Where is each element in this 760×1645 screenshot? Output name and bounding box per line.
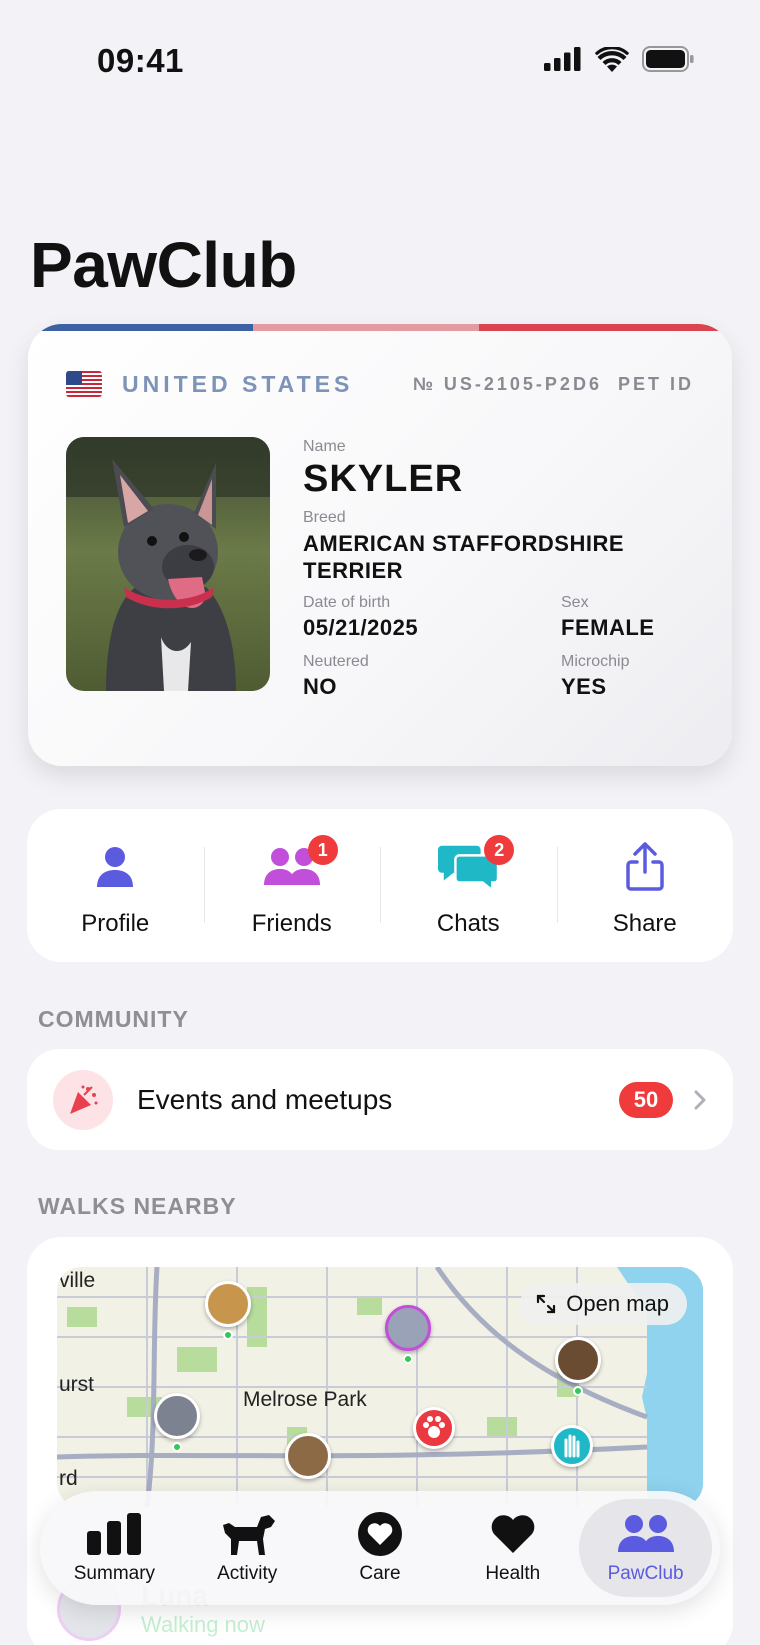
battery-icon (642, 46, 694, 72)
events-label: Events and meetups (137, 1083, 393, 1115)
profile-label: Profile (81, 910, 150, 937)
expand-icon (537, 1294, 556, 1314)
friends-button[interactable]: 1 Friends (203, 809, 381, 962)
online-dot (403, 1354, 413, 1364)
dog-pin[interactable] (555, 1337, 601, 1383)
tab-summary-label: Summary (73, 1563, 156, 1584)
open-map-label: Open map (566, 1291, 669, 1316)
share-label: Share (612, 910, 677, 937)
profile-button[interactable]: Profile (27, 809, 204, 962)
pet-name: SKYLER (303, 458, 464, 500)
walks-section-title: WALKS NEARBY (38, 1193, 237, 1219)
bar-chart-icon (85, 1511, 143, 1557)
friends-badge: 1 (307, 835, 338, 865)
id-number: № US-2105-P2D6 (412, 373, 602, 394)
chat-bubbles-icon: 2 (438, 835, 515, 895)
neutered-field: Neutered NO (303, 653, 561, 700)
dog-pin[interactable] (205, 1281, 251, 1327)
dob-sex-row: Date of birth 05/21/2025 Sex FEMALE (303, 594, 703, 641)
party-popper-icon (53, 1069, 113, 1130)
people-icon: 1 (262, 835, 338, 895)
tab-bar: Summary Activity Care Health PawClub (40, 1491, 720, 1605)
us-flag-icon (66, 371, 102, 397)
status-icons (544, 46, 694, 72)
dog-pin[interactable] (285, 1433, 331, 1479)
status-time: 09:41 (97, 42, 184, 79)
quick-actions: Profile 1 Friends 2 Chats Share (27, 809, 733, 962)
microchip-label: Microchip (561, 653, 630, 670)
name-label: Name (303, 438, 346, 455)
tab-care[interactable]: Care (314, 1499, 447, 1597)
tab-health[interactable]: Health (446, 1499, 579, 1597)
dob-value: 05/21/2025 (303, 615, 419, 640)
cellular-signal-icon (544, 47, 581, 71)
paw-pin-icon[interactable] (413, 1407, 455, 1449)
pet-photo (66, 437, 270, 691)
events-count-badge: 50 (619, 1081, 673, 1118)
flag-strip-pink (253, 324, 479, 331)
breed-value: AMERICAN STAFFORDSHIRE TERRIER (303, 531, 625, 583)
events-row[interactable]: Events and meetups 50 (27, 1049, 733, 1150)
wifi-icon (595, 46, 629, 72)
dog-pin[interactable] (154, 1393, 200, 1439)
country-name: UNITED STATES (122, 370, 354, 397)
dog-pin[interactable] (385, 1305, 431, 1351)
flag-strip-blue (28, 324, 254, 331)
walks-map[interactable]: ville urst Melrose Park rd Open map (57, 1267, 703, 1507)
flag-strip-red (478, 324, 732, 331)
chats-label: Chats (436, 910, 500, 937)
person-icon (85, 839, 145, 895)
map-label-ville: ville (59, 1269, 96, 1292)
share-button[interactable]: Share (556, 809, 734, 962)
chats-button[interactable]: 2 Chats (380, 809, 557, 962)
online-dot (223, 1330, 233, 1340)
share-icon (615, 839, 675, 895)
neutered-microchip-row: Neutered NO Microchip YES (303, 653, 703, 700)
pet-id-card[interactable]: UNITED STATES № US-2105-P2D6 PET ID Name… (28, 324, 732, 766)
pet-fields: Name SKYLER Breed AMERICAN STAFFORDSHIRE… (303, 438, 703, 700)
microchip-value: YES (561, 674, 607, 699)
card-type: PET ID (617, 373, 694, 394)
card-header: UNITED STATES № US-2105-P2D6 PET ID (66, 366, 694, 402)
chats-badge: 2 (484, 835, 515, 865)
people-icon (617, 1511, 675, 1557)
status-bar: 09:41 (0, 0, 760, 120)
sex-field: Sex FEMALE (561, 594, 654, 641)
card-number: № US-2105-P2D6 PET ID (413, 374, 694, 395)
neutered-label: Neutered (303, 653, 369, 670)
dob-field: Date of birth 05/21/2025 (303, 594, 561, 641)
map-label-melrose-park: Melrose Park (243, 1388, 367, 1411)
dog-icon (217, 1511, 277, 1557)
sex-label: Sex (561, 594, 589, 611)
open-map-button[interactable]: Open map (520, 1283, 687, 1325)
tab-summary[interactable]: Summary (48, 1499, 181, 1597)
friends-label: Friends (251, 910, 332, 937)
heart-icon (490, 1511, 536, 1557)
community-section-title: COMMUNITY (38, 1006, 189, 1032)
map-label-urst: urst (59, 1373, 95, 1396)
tab-activity[interactable]: Activity (181, 1499, 314, 1597)
neutered-value: NO (303, 674, 337, 699)
flag-color-strip (28, 324, 732, 331)
map-label-rd: rd (59, 1467, 78, 1490)
microchip-field: Microchip YES (561, 653, 629, 700)
chevron-right-icon (694, 1090, 706, 1109)
sex-value: FEMALE (561, 615, 655, 640)
nearby-walker-status: Walking now (141, 1612, 265, 1637)
online-dot (573, 1386, 583, 1396)
tab-health-label: Health (485, 1563, 541, 1584)
tab-pawclub[interactable]: PawClub (579, 1499, 712, 1597)
tab-activity-label: Activity (217, 1563, 278, 1584)
tab-pawclub-label: PawClub (607, 1563, 684, 1584)
heart-circle-icon (357, 1511, 403, 1557)
page-title: PawClub (30, 229, 297, 301)
online-dot (172, 1442, 182, 1452)
tab-care-label: Care (359, 1563, 401, 1584)
dob-label: Date of birth (303, 594, 391, 611)
breed-label: Breed (303, 509, 346, 526)
hand-pin-icon[interactable] (551, 1425, 593, 1467)
